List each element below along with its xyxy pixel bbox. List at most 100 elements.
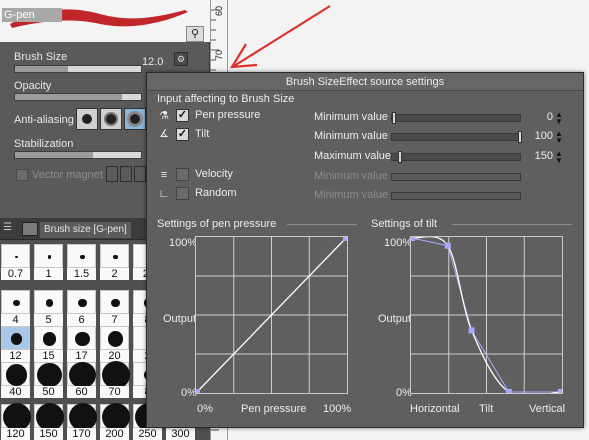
random-checkbox[interactable] xyxy=(176,187,189,200)
pressure-settings-icon[interactable]: ⚙ xyxy=(174,52,188,66)
size-cell-label: 120 xyxy=(1,428,30,440)
tilt-y-top: 100% xyxy=(384,237,413,249)
size-cell-label: 12 xyxy=(1,350,30,362)
tilt-min-value[interactable]: 100 xyxy=(523,130,553,142)
curve-control-point[interactable] xyxy=(505,389,512,395)
size-cell-17[interactable] xyxy=(67,326,96,350)
vector-magnet-label: Vector magnet xyxy=(32,169,103,181)
size-cell-label: 70 xyxy=(100,386,129,398)
size-dot xyxy=(75,331,90,346)
size-cell-200[interactable] xyxy=(100,403,130,431)
aa-medium-option[interactable] xyxy=(124,108,146,130)
tilt-icon: ∡ xyxy=(159,128,169,140)
size-cell-label: 1.5 xyxy=(67,268,96,280)
magnify-icon[interactable]: ⚲ xyxy=(186,26,204,42)
size-cell-15[interactable] xyxy=(34,326,63,350)
size-cell-1-5[interactable] xyxy=(67,244,96,268)
max-value-slider[interactable] xyxy=(391,151,521,163)
size-cell-label: 17 xyxy=(67,350,96,362)
random-min-label: Minimum value xyxy=(314,189,388,201)
velocity-checkbox[interactable] xyxy=(176,168,189,181)
size-cell-label: 50 xyxy=(34,386,63,398)
brush-name-label: G-pen xyxy=(2,8,62,22)
tilt-x-mid: Tilt xyxy=(479,403,494,415)
size-dot xyxy=(37,362,62,388)
size-cell-50[interactable] xyxy=(34,362,63,388)
dialog-title: Brush SizeEffect source settings xyxy=(147,73,583,91)
vector-magnet-option-3[interactable] xyxy=(134,166,146,182)
stabilization-slider[interactable] xyxy=(14,151,142,159)
brush-size-palette-icon[interactable] xyxy=(22,222,38,236)
curve-control-point[interactable] xyxy=(468,327,475,334)
pressure-x-left: 0% xyxy=(197,403,213,415)
pressure-min-slider[interactable] xyxy=(391,112,521,124)
curve-control-point[interactable] xyxy=(343,235,349,241)
tilt-x-right: Vertical xyxy=(529,403,566,415)
opacity-slider[interactable] xyxy=(14,93,142,101)
size-dot xyxy=(47,255,52,259)
vector-magnet-option-2[interactable] xyxy=(120,166,132,182)
brush-size-slider[interactable] xyxy=(14,65,142,73)
size-cell-label: 200 xyxy=(100,428,129,440)
random-min-slider xyxy=(391,192,521,200)
vector-magnet-row: Vector magnet xyxy=(16,166,103,184)
ruler-label-60: 60 xyxy=(214,6,224,17)
size-cell-40[interactable] xyxy=(1,362,30,386)
pressure-graph-divider xyxy=(287,224,357,225)
tilt-curve-graph[interactable] xyxy=(409,235,564,398)
size-cell-0-7[interactable] xyxy=(1,244,30,268)
size-cell-70[interactable] xyxy=(100,361,130,389)
size-cell-12[interactable] xyxy=(1,326,30,350)
size-cell-120[interactable] xyxy=(1,403,31,431)
pressure-min-spinner[interactable]: ▲ ▼ xyxy=(555,111,563,126)
pressure-min-value[interactable]: 0 xyxy=(523,111,553,123)
curve-control-point[interactable] xyxy=(194,389,200,395)
vector-magnet-checkbox[interactable] xyxy=(16,169,28,181)
size-cell-60[interactable] xyxy=(67,361,96,389)
max-value[interactable]: 150 xyxy=(523,150,553,162)
size-cell-7[interactable] xyxy=(100,290,129,314)
pen-pressure-icon: ⚗ xyxy=(159,110,169,122)
pressure-curve-graph[interactable] xyxy=(194,235,349,395)
size-dot xyxy=(2,403,31,431)
pen-pressure-label: Pen pressure xyxy=(195,109,261,121)
random-icon: ∟ xyxy=(158,188,170,200)
size-cell-label: 300 xyxy=(166,428,195,440)
size-cell-4[interactable] xyxy=(1,290,30,314)
tilt-min-slider[interactable] xyxy=(391,131,522,143)
curve-control-point[interactable] xyxy=(409,235,415,241)
tilt-x-left: Horizontal xyxy=(410,403,460,415)
size-cell-label: 1 xyxy=(34,268,63,280)
curve-control-point[interactable] xyxy=(444,242,451,249)
pen-pressure-checkbox[interactable]: ✓ xyxy=(176,109,189,122)
tilt-label: Tilt xyxy=(195,128,210,140)
tilt-min-label: Minimum value xyxy=(314,130,388,142)
size-dot xyxy=(80,254,85,260)
size-cell-150[interactable] xyxy=(34,403,64,431)
size-cell-20[interactable] xyxy=(100,326,129,350)
curve-control-point[interactable] xyxy=(558,389,564,395)
size-cell-2[interactable] xyxy=(100,244,129,268)
input-section-title: Input affecting to Brush Size xyxy=(157,93,295,105)
size-cell-6[interactable] xyxy=(67,290,96,314)
tilt-min-spinner[interactable]: ▲ ▼ xyxy=(555,130,563,145)
size-cell-1[interactable] xyxy=(34,244,63,268)
aa-none-option[interactable] xyxy=(76,108,98,130)
size-cell-170[interactable] xyxy=(67,403,97,431)
vector-magnet-option-1[interactable] xyxy=(106,166,118,182)
aa-weak-option[interactable] xyxy=(100,108,122,130)
size-cell-5[interactable] xyxy=(34,290,63,314)
brush-size-tab[interactable]: Brush size [G-pen] xyxy=(40,222,131,238)
max-value-spinner[interactable]: ▲ ▼ xyxy=(555,150,563,165)
brush-stroke-preview: G-pen ⚲ xyxy=(0,0,210,42)
anti-aliasing-label: Anti-aliasing xyxy=(14,114,74,126)
brush-size-value[interactable]: 12.0 xyxy=(142,56,163,68)
brush-size-label: Brush Size xyxy=(14,51,68,63)
size-dot xyxy=(101,361,130,389)
size-cell-label: 150 xyxy=(34,428,63,440)
size-cell-label: 40 xyxy=(1,386,30,398)
palette-menu-icon[interactable]: ☰ xyxy=(3,222,15,236)
size-dot xyxy=(13,299,20,307)
tilt-checkbox[interactable]: ✓ xyxy=(176,128,189,141)
size-cell-label: 7 xyxy=(100,314,129,326)
